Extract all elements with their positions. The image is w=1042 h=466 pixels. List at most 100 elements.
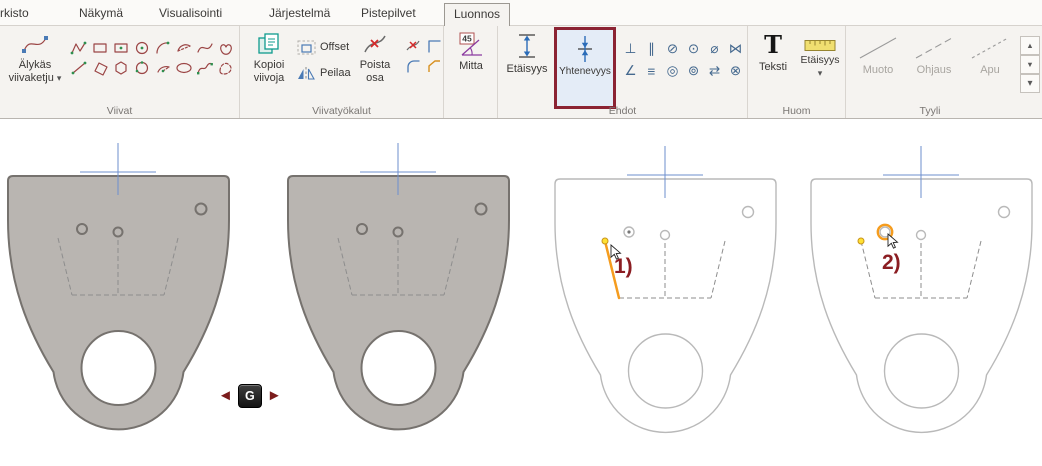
gallery-scroll-up-button[interactable]: ▲ <box>1020 36 1040 55</box>
distance-constraint-icon <box>516 31 538 61</box>
ellipse-tool-button[interactable] <box>173 58 194 78</box>
gallery-more-button[interactable]: ▾ <box>1020 74 1040 93</box>
fillet-icon <box>404 57 422 75</box>
trim-tool-button[interactable] <box>402 36 423 56</box>
constraint-lock-button[interactable]: ⊘ <box>662 38 683 60</box>
offset-icon <box>296 40 316 55</box>
coincident-constraint-icon <box>574 34 596 64</box>
line-tool-button[interactable] <box>68 58 89 78</box>
ribbon-group-tyyli: Muoto Ohjaus Apu ▲ ▼ ▾ Tyyli <box>846 26 1042 118</box>
plate-outline-2[interactable] <box>811 146 1032 432</box>
style-apu-button[interactable]: Apu <box>964 34 1016 96</box>
ellipse-icon <box>175 59 193 77</box>
constraint-connect-button[interactable]: ⋈ <box>725 38 746 60</box>
polyline-tool-button[interactable] <box>68 38 89 58</box>
dimension-distance-button[interactable]: Etäisyys ▾ <box>796 31 844 105</box>
rectangle-center-icon <box>112 39 130 57</box>
polygon-icon <box>112 59 130 77</box>
closed-curve-tool-button[interactable] <box>215 38 236 58</box>
solid-line-style-icon <box>855 34 901 62</box>
drawing-canvas[interactable] <box>0 119 1042 466</box>
ribbon-group-mitta: 45 Mitta <box>444 26 498 118</box>
spline-tool-button[interactable] <box>194 58 215 78</box>
constraints-grid: ⊥ ∥ ⊘ ⊙ ⌀ ⋈ ∠ ≡ ◎ ⊚ ⇄ ⊗ <box>620 38 746 82</box>
constraint-horizontal-vertical-button[interactable]: ⇄ <box>704 60 725 82</box>
freeform-tool-button[interactable] <box>215 58 236 78</box>
closed-curve-icon <box>217 39 235 57</box>
equal-icon: ≡ <box>648 64 656 79</box>
chamfer-tool-button[interactable] <box>423 56 444 76</box>
distance-constraint-button[interactable]: Etäisyys <box>502 31 552 105</box>
style-ohjaus-label: Ohjaus <box>917 64 952 76</box>
group-label-ehdot: Ehdot <box>498 105 747 117</box>
rotated-rectangle-tool-button[interactable] <box>89 58 110 78</box>
line-tools-grid <box>68 38 236 78</box>
line-endpoint-dot <box>602 238 608 244</box>
rectangle-tool-button[interactable] <box>89 38 110 58</box>
arc-tangent-icon <box>154 39 172 57</box>
tab-nakyma[interactable]: Näkymä <box>70 3 132 26</box>
constraint-equal-button[interactable]: ≡ <box>641 60 662 82</box>
keyboard-hint: ◄ G ► <box>218 384 282 408</box>
plate-gray-1[interactable] <box>8 143 229 429</box>
group-label-viivatyokalut: Viivatyökalut <box>240 105 443 117</box>
lock-icon: ⊘ <box>667 41 678 57</box>
constraint-concentric-button[interactable]: ◎ <box>662 60 683 82</box>
circle-3pt-tool-button[interactable] <box>131 58 152 78</box>
plate-outline-1[interactable] <box>555 146 776 432</box>
constraint-perpendicular-button[interactable]: ⊥ <box>620 38 641 60</box>
coincident-constraint-button[interactable]: Yhtenevyys <box>554 27 616 109</box>
plate-gray-2[interactable] <box>288 143 509 429</box>
mirror-label: Peilaa <box>320 67 351 79</box>
copy-lines-button[interactable]: Kopioi viivoja <box>244 31 294 105</box>
constraint-angle-button[interactable]: ∠ <box>620 60 641 82</box>
arc-3pt-tool-button[interactable] <box>173 38 194 58</box>
tab-luonnos[interactable]: Luonnos <box>444 3 510 26</box>
connect-icon: ⋈ <box>729 41 743 57</box>
remove-part-icon <box>361 31 389 57</box>
style-muoto-button[interactable]: Muoto <box>852 34 904 96</box>
tab-visualisointi[interactable]: Visualisointi <box>150 3 231 26</box>
tab-arkisto[interactable]: rkisto <box>0 3 38 26</box>
ribbon-group-ehdot: Etäisyys Yhtenevyys ⊥ ∥ ⊘ ⊙ ⌀ ⋈ ∠ ≡ ◎ ⊚ … <box>498 26 748 118</box>
curve-tool-button[interactable] <box>194 38 215 58</box>
constraint-rigid-button[interactable]: ⊗ <box>725 60 746 82</box>
diameter-icon: ⌀ <box>710 41 718 57</box>
group-label-huom: Huom <box>748 105 845 117</box>
circle-center-tool-button[interactable] <box>131 38 152 58</box>
arc-center-tool-button[interactable] <box>152 58 173 78</box>
polygon-tool-button[interactable] <box>110 58 131 78</box>
text-button[interactable]: T Teksti <box>752 31 794 105</box>
spline-icon <box>196 59 214 77</box>
smart-chain-button[interactable]: Älykäs viivaketju ▾ <box>5 31 65 105</box>
rectangle-center-tool-button[interactable] <box>110 38 131 58</box>
perpendicular-icon: ⊥ <box>625 41 637 57</box>
more-arrow-icon: ▾ <box>1027 78 1032 89</box>
offset-label: Offset <box>320 41 349 53</box>
constraint-diameter-button[interactable]: ⌀ <box>704 38 725 60</box>
remove-part-button[interactable]: Poista osa <box>352 31 398 105</box>
rotated-rectangle-icon <box>91 59 109 77</box>
chevron-down-icon: ▾ <box>818 68 823 79</box>
arc-tangent-tool-button[interactable] <box>152 38 173 58</box>
measure-button[interactable]: 45 Mitta <box>447 31 495 105</box>
corner-tool-button[interactable] <box>423 36 444 56</box>
rectangle-icon <box>91 39 109 57</box>
gallery-scroll-down-button[interactable]: ▼ <box>1020 55 1040 74</box>
concentric-icon: ◎ <box>667 63 679 79</box>
constraint-tangent-button[interactable]: ⊙ <box>683 38 704 60</box>
menubar: rkisto Näkymä Visualisointi Järjestelmä … <box>0 0 1042 25</box>
ribbon-group-viivatyokalut: Kopioi viivoja Offset Peilaa Poista osa <box>240 26 444 118</box>
rigid-icon: ⊗ <box>730 63 741 79</box>
fillet-tool-button[interactable] <box>402 56 423 76</box>
style-ohjaus-button[interactable]: Ohjaus <box>908 34 960 96</box>
smart-chain-label: Älykäs viivaketju <box>9 59 54 84</box>
g-key: G <box>238 384 262 408</box>
tab-jarjestelma[interactable]: Järjestelmä <box>260 3 339 26</box>
constraint-symmetric-button[interactable]: ⊚ <box>683 60 704 82</box>
group-label-tyyli: Tyyli <box>846 105 1014 117</box>
constraint-parallel-button[interactable]: ∥ <box>641 38 662 60</box>
tab-pistepilvet[interactable]: Pistepilvet <box>352 3 425 26</box>
polyline-icon <box>70 39 88 57</box>
remove-part-label: Poista osa <box>352 59 398 84</box>
